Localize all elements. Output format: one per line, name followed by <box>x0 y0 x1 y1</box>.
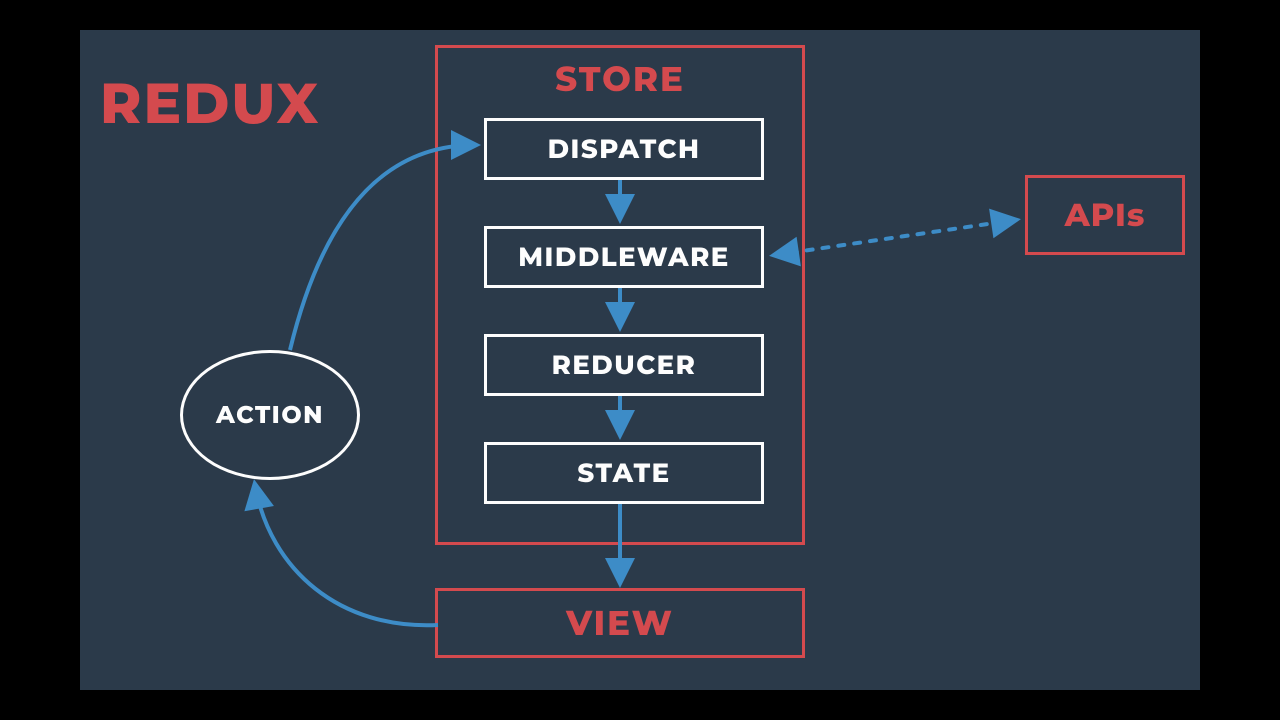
stage: REDUX STORE DISPATCH MIDDLEWARE REDUCER … <box>0 0 1280 720</box>
dispatch-box: DISPATCH <box>484 118 764 180</box>
store-title: STORE <box>438 58 802 100</box>
action-ellipse: ACTION <box>180 350 360 480</box>
middleware-box: MIDDLEWARE <box>484 226 764 288</box>
diagram-panel: REDUX STORE DISPATCH MIDDLEWARE REDUCER … <box>80 30 1200 690</box>
store-container: STORE DISPATCH MIDDLEWARE REDUCER STATE <box>435 45 805 545</box>
reducer-box: REDUCER <box>484 334 764 396</box>
apis-box: APIs <box>1025 175 1185 255</box>
view-box: VIEW <box>435 588 805 658</box>
diagram-title: REDUX <box>100 70 320 138</box>
arrow-middleware-apis <box>775 220 1015 255</box>
arrow-view-action <box>255 485 438 625</box>
state-box: STATE <box>484 442 764 504</box>
